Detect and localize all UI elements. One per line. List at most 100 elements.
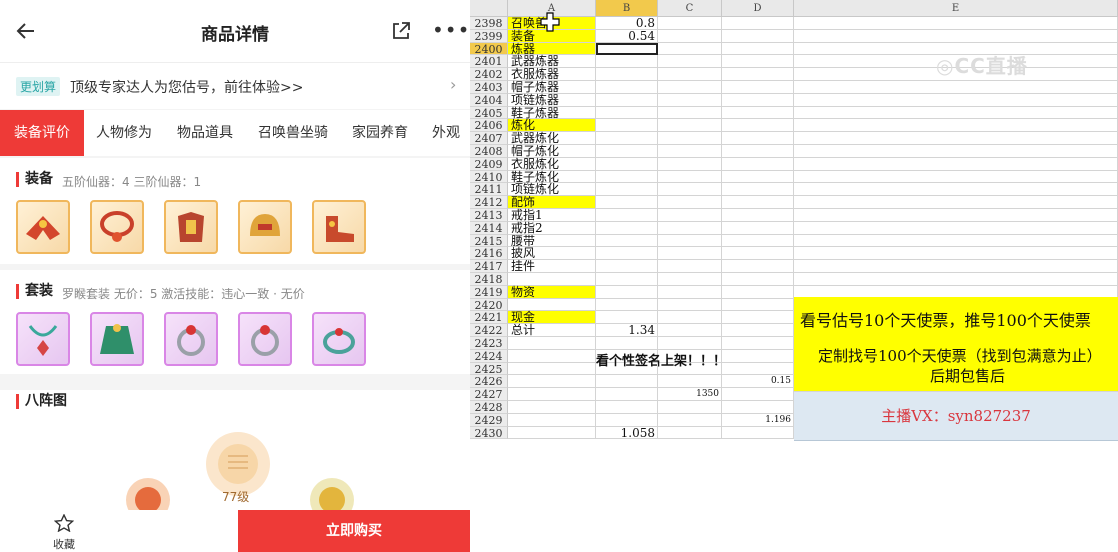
row-number[interactable]: 2422 xyxy=(470,324,508,337)
suit-slot-belt[interactable] xyxy=(312,312,366,366)
cell-c[interactable] xyxy=(658,42,722,56)
row-number[interactable]: 2400 xyxy=(470,42,508,55)
cell-a[interactable] xyxy=(508,337,596,350)
cell-e[interactable] xyxy=(794,17,1118,30)
cell-d[interactable] xyxy=(722,17,794,30)
cell-e[interactable] xyxy=(794,145,1118,158)
cell-d[interactable] xyxy=(722,93,794,107)
cell-c[interactable] xyxy=(658,234,722,248)
row-number[interactable]: 2404 xyxy=(470,93,508,107)
cell-d[interactable] xyxy=(722,362,794,376)
cell-b[interactable] xyxy=(596,209,658,222)
cell-c[interactable] xyxy=(658,413,722,427)
cell-e[interactable] xyxy=(794,260,1118,273)
cell-c[interactable] xyxy=(658,68,722,81)
cell-e[interactable] xyxy=(794,273,1118,286)
cell-a[interactable] xyxy=(508,388,596,401)
cell-c[interactable]: 1350 xyxy=(658,388,722,401)
cell-c[interactable] xyxy=(658,260,722,273)
cell-d[interactable] xyxy=(722,311,794,325)
cell-c[interactable] xyxy=(658,196,722,209)
cell-d[interactable] xyxy=(722,106,794,120)
cell-b[interactable]: 1.058 xyxy=(596,426,658,440)
cell-c[interactable] xyxy=(658,426,722,440)
tab-appearance[interactable]: 外观 xyxy=(424,110,468,156)
cell-a[interactable]: 项链炼器 xyxy=(508,93,596,107)
more-options-icon[interactable]: ••• xyxy=(432,18,470,42)
cell-b[interactable] xyxy=(596,234,658,248)
cell-e[interactable] xyxy=(794,132,1118,145)
row-number[interactable]: 2398 xyxy=(470,17,508,30)
favorite-button[interactable]: 收藏 xyxy=(38,513,90,552)
row-number[interactable]: 2406 xyxy=(470,119,508,132)
row-number[interactable]: 2411 xyxy=(470,183,508,196)
cell-c[interactable] xyxy=(658,183,722,197)
cell-b[interactable] xyxy=(596,298,658,312)
cell-e[interactable] xyxy=(794,81,1118,94)
cell-c[interactable] xyxy=(658,337,722,350)
cell-a[interactable]: 总计 xyxy=(508,324,596,337)
cell-e[interactable] xyxy=(794,234,1118,248)
cell-c[interactable] xyxy=(658,285,722,299)
cell-b[interactable] xyxy=(596,260,658,273)
cell-b[interactable] xyxy=(596,170,658,184)
cell-d[interactable] xyxy=(722,119,794,133)
row-number[interactable]: 2419 xyxy=(470,285,508,299)
cell-a[interactable]: 挂件 xyxy=(508,260,596,273)
column-header-b[interactable]: B xyxy=(596,0,658,17)
cell-c[interactable] xyxy=(658,221,722,235)
cell-d[interactable] xyxy=(722,349,794,363)
row-number[interactable]: 2416 xyxy=(470,247,508,260)
cell-a[interactable] xyxy=(508,401,596,414)
row-number[interactable]: 2410 xyxy=(470,170,508,183)
cell-b[interactable] xyxy=(596,106,658,120)
cell-e[interactable] xyxy=(794,93,1118,107)
cell-d[interactable] xyxy=(722,234,794,248)
cell-e[interactable] xyxy=(794,29,1118,43)
row-number[interactable]: 2418 xyxy=(470,273,508,286)
cell-d[interactable] xyxy=(722,183,794,197)
cell-d[interactable] xyxy=(722,401,794,414)
cell-a[interactable]: 物资 xyxy=(508,285,596,299)
tab-summons-mounts[interactable]: 召唤兽坐骑 xyxy=(250,110,336,156)
cell-b[interactable] xyxy=(596,221,658,235)
cell-e[interactable] xyxy=(794,247,1118,261)
suit-slot-ring-1[interactable] xyxy=(164,312,218,366)
cell-c[interactable] xyxy=(658,401,722,414)
row-number[interactable]: 2413 xyxy=(470,209,508,222)
row-number[interactable]: 2424 xyxy=(470,349,508,363)
cell-c[interactable] xyxy=(658,362,722,376)
merged-contact-cell[interactable]: 主播VX：syn827237 xyxy=(794,392,1118,441)
cell-c[interactable] xyxy=(658,17,722,30)
cell-c[interactable] xyxy=(658,157,722,171)
suit-slot-cape[interactable] xyxy=(90,312,144,366)
cell-c[interactable] xyxy=(658,375,722,389)
row-number[interactable]: 2421 xyxy=(470,311,508,324)
cell-d[interactable] xyxy=(722,132,794,145)
cell-b[interactable] xyxy=(596,157,658,171)
valuation-banner[interactable]: 更划算 顶级专家达人为您估号，前往体验>> › xyxy=(0,62,470,109)
equipment-slot-boots[interactable] xyxy=(312,200,366,254)
cell-a[interactable] xyxy=(508,349,596,363)
spreadsheet[interactable]: A B C D E 2398 召唤兽 0.8 2399 装备 0.54 2400 炼器 2401… xyxy=(470,0,1118,552)
cell-b[interactable] xyxy=(596,81,658,94)
cell-b[interactable] xyxy=(596,196,658,209)
cell-b[interactable] xyxy=(596,119,658,133)
cell-c[interactable] xyxy=(658,81,722,94)
cell-a[interactable]: 衣服炼化 xyxy=(508,157,596,171)
row-number[interactable]: 2430 xyxy=(470,426,508,439)
row-number[interactable]: 2409 xyxy=(470,157,508,171)
cell-d[interactable] xyxy=(722,273,794,286)
cell-d[interactable]: 1.196 xyxy=(722,413,794,427)
tab-character-cultivation[interactable]: 人物修为 xyxy=(88,110,160,156)
cell-c[interactable] xyxy=(658,311,722,325)
cell-d[interactable] xyxy=(722,209,794,222)
row-number[interactable]: 2426 xyxy=(470,375,508,388)
equipment-slot-armor[interactable] xyxy=(164,200,218,254)
cell-d[interactable] xyxy=(722,247,794,261)
cell-d[interactable] xyxy=(722,68,794,81)
cell-b[interactable] xyxy=(596,401,658,414)
cell-a[interactable]: 戒指2 xyxy=(508,221,596,235)
cell-b[interactable] xyxy=(596,68,658,81)
cell-d[interactable] xyxy=(722,285,794,299)
